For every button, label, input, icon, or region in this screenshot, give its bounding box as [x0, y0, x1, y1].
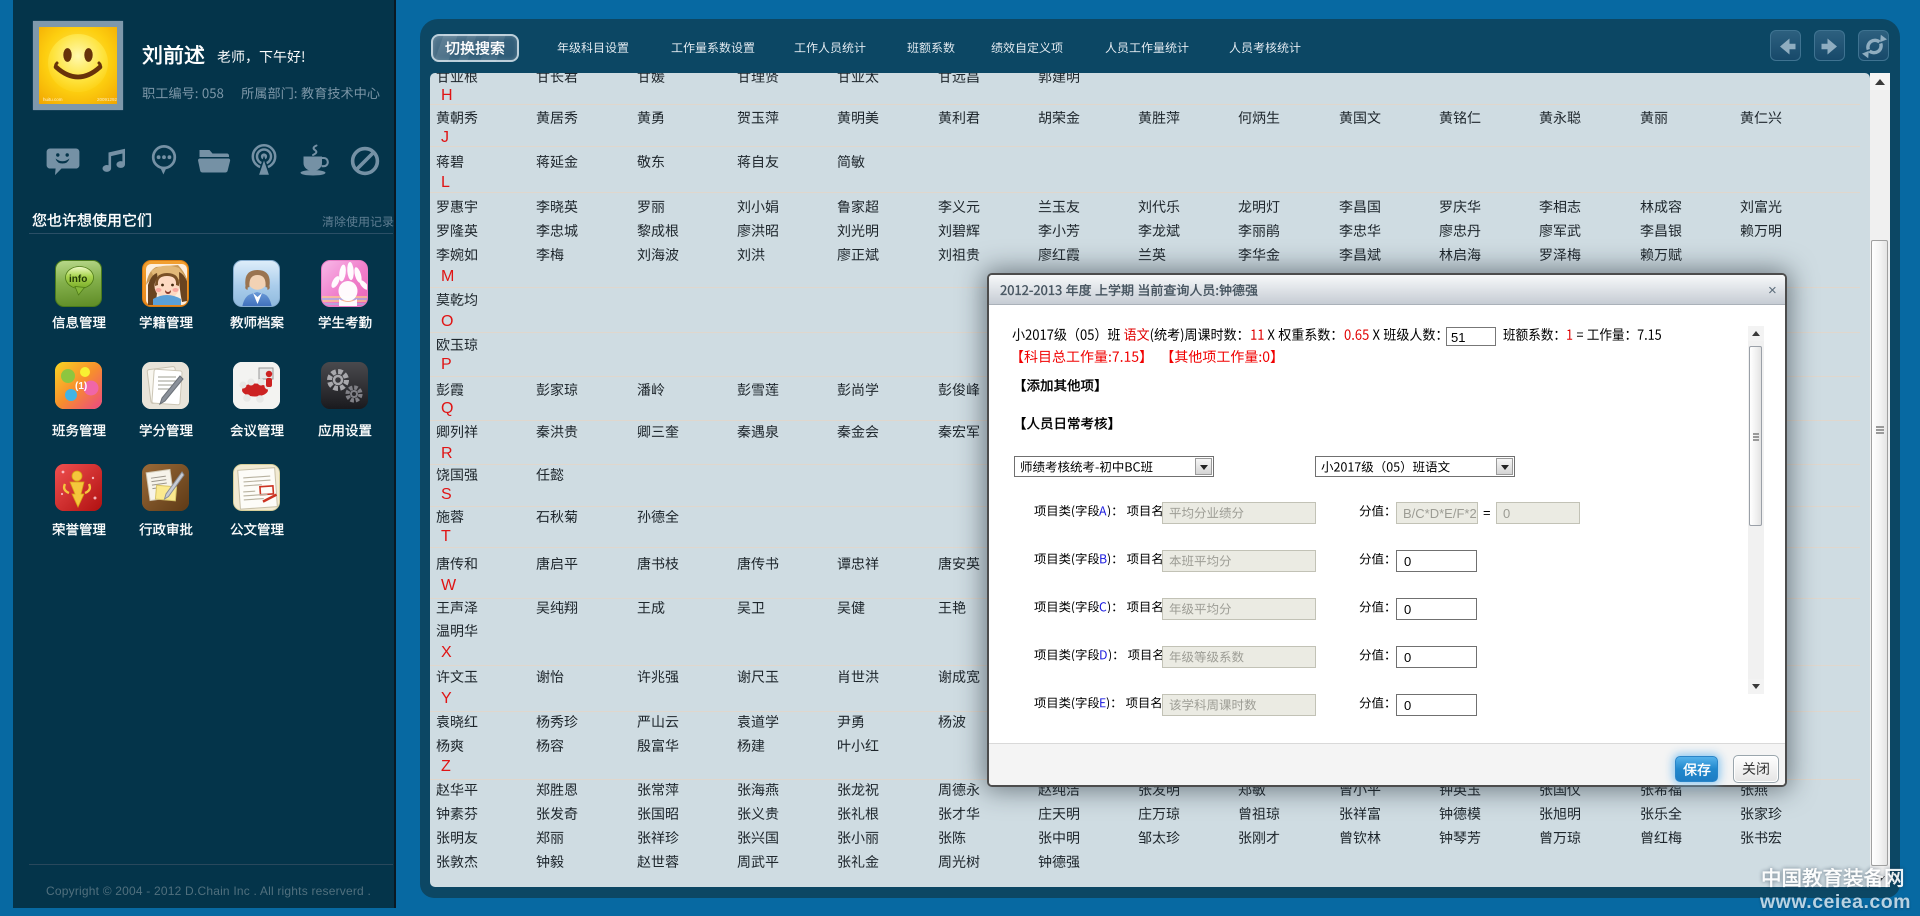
- svg-text:20091292: 20091292: [97, 97, 117, 102]
- svg-text:info: info: [69, 274, 87, 285]
- svg-text:(1): (1): [75, 381, 87, 392]
- svg-text:huitu.com: huitu.com: [43, 97, 63, 102]
